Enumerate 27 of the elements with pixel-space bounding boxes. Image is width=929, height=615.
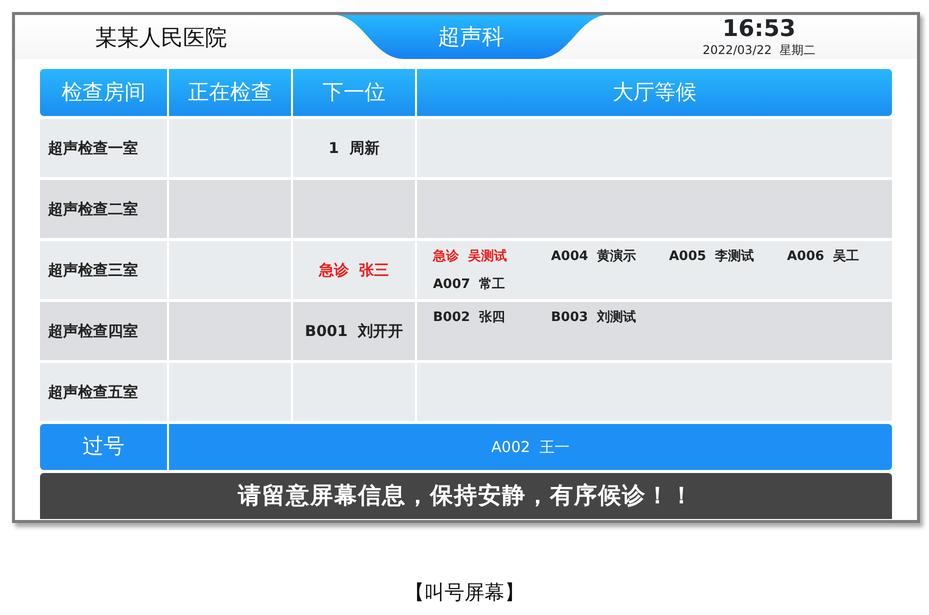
patient-name: A004 黄演示 bbox=[551, 248, 638, 266]
column-header: 检查房间 bbox=[40, 69, 167, 116]
caption: 【叫号屏幕】 bbox=[404, 580, 524, 604]
clock-time: 16:53 bbox=[722, 18, 796, 41]
clock-date: 2022/03/22 星期二 bbox=[702, 44, 816, 56]
column-header: 正在检查 bbox=[169, 69, 291, 116]
room-cell: 超声检查一室 bbox=[40, 119, 167, 177]
patient-name: B003 刘测试 bbox=[551, 308, 638, 327]
room-cell: 超声检查五室 bbox=[40, 363, 167, 421]
patient-name: 急诊 吴测试 bbox=[433, 248, 508, 266]
patient-name: 1 周新 bbox=[328, 138, 380, 159]
column-header: 下一位 bbox=[293, 69, 415, 116]
patient-name: B002 张四 bbox=[433, 309, 506, 327]
column-header: 大厅等候 bbox=[417, 69, 892, 116]
department-title: 超声科 bbox=[438, 25, 504, 50]
room-cell: 超声检查二室 bbox=[40, 180, 167, 238]
patient-name: A005 李测试 bbox=[669, 248, 756, 266]
patient-name: 急诊 张三 bbox=[318, 260, 390, 281]
patient-name: B001 刘开开 bbox=[304, 320, 404, 342]
room-cell: 超声检查三室 bbox=[40, 241, 167, 299]
patient-name: A007 常工 bbox=[433, 276, 506, 294]
notice-banner: 请留意屏幕信息，保持安静，有序候诊！！ bbox=[40, 473, 892, 519]
patient-name: A006 吴工 bbox=[787, 248, 860, 266]
passed-names: A002 王一 bbox=[491, 436, 570, 458]
passed-label: 过号 bbox=[40, 424, 167, 470]
room-cell: 超声检查四室 bbox=[40, 302, 167, 360]
hospital-name: 某某人民医院 bbox=[95, 25, 227, 53]
